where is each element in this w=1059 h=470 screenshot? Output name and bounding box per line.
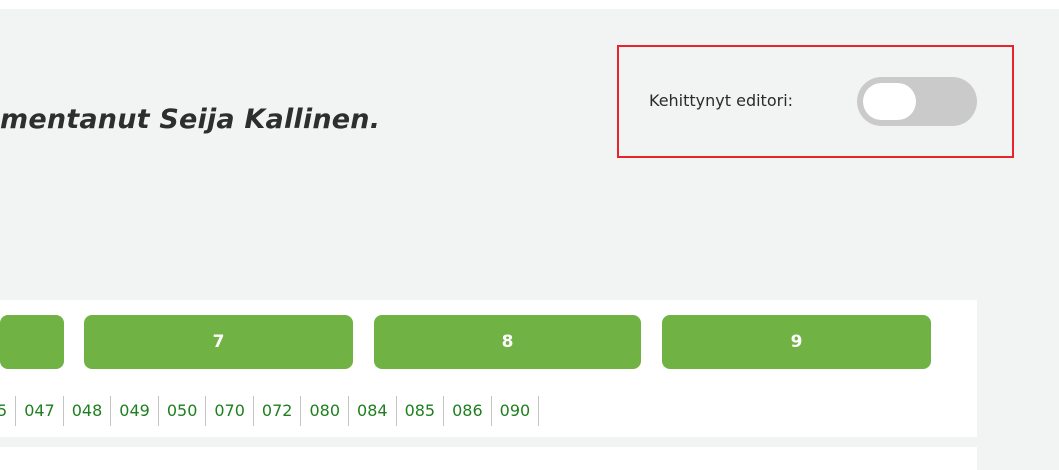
- chapter-button-7[interactable]: 7: [84, 315, 353, 369]
- verse-link[interactable]: 072: [254, 396, 302, 426]
- verse-link[interactable]: 5: [0, 396, 17, 426]
- verse-link[interactable]: 085: [397, 396, 445, 426]
- verse-links: 5 047 048 049 050 070 072 080 084 085 08…: [0, 396, 540, 426]
- top-strip: [0, 0, 1059, 9]
- verse-link[interactable]: 090: [492, 396, 540, 426]
- verse-link[interactable]: 080: [301, 396, 350, 426]
- advanced-editor-label: Kehittynyt editori:: [649, 91, 794, 110]
- verse-link[interactable]: 047: [16, 396, 64, 426]
- verse-link[interactable]: 049: [111, 396, 159, 426]
- next-panel: [0, 447, 977, 470]
- chapter-button-9[interactable]: 9: [662, 315, 931, 369]
- toggle-knob: [863, 83, 916, 120]
- verse-link[interactable]: 050: [159, 396, 207, 426]
- verse-link[interactable]: 086: [444, 396, 492, 426]
- verse-link[interactable]: 070: [206, 396, 254, 426]
- chapter-button-8[interactable]: 8: [374, 315, 641, 369]
- page-heading: mentanut Seija Kallinen.: [0, 104, 381, 135]
- verse-link[interactable]: 084: [349, 396, 397, 426]
- verse-link[interactable]: 048: [64, 396, 112, 426]
- chapter-button-6[interactable]: [0, 315, 64, 369]
- advanced-editor-toggle[interactable]: [857, 77, 977, 126]
